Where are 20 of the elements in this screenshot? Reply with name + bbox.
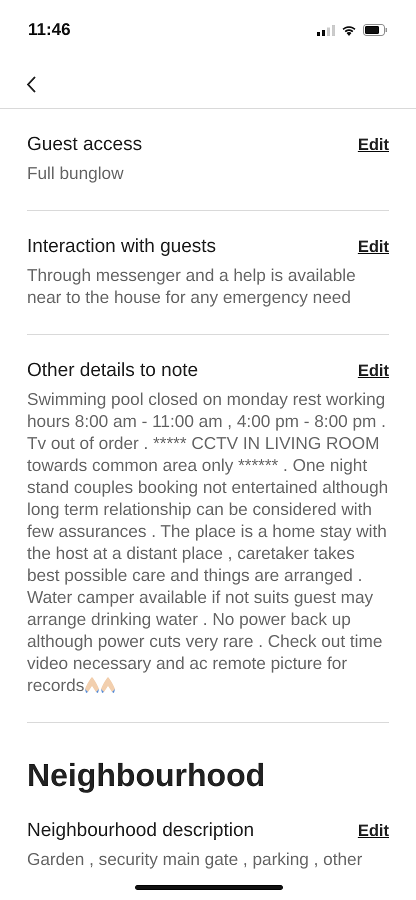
section-text: Through messenger and a help is available near to the house for any emergency need <box>27 264 357 308</box>
edit-link[interactable]: Edit <box>358 362 389 381</box>
status-time: 11:46 <box>28 20 71 40</box>
edit-link[interactable]: Edit <box>358 238 389 257</box>
battery-icon <box>363 24 388 36</box>
section-title: Other details to note <box>27 360 198 382</box>
edit-link[interactable]: Edit <box>358 136 389 155</box>
signal-icon <box>317 24 335 36</box>
section-text: Garden , security main gate , parking , other <box>27 848 364 870</box>
section-text: Swimming pool closed on monday rest working hours 8:00 am - 11:00 am , 4:00 pm - 8:00 pm . Tv out of order . ***** CCTV IN LIVING ROOM towards common area only ****** . One night stand couples booking not entertained although long term relationship can be considered with few assurances . The place is a home stay with the host at a distant place , caretaker takes best possible care and things are arranged . Water camper available if not suits guest may arrange drinking water . No power back up although power cuts very rare . Check out time video necessary and ac remote picture for records <box>27 388 389 696</box>
praying-hands-icon <box>84 676 100 694</box>
edit-link[interactable]: Edit <box>358 822 389 841</box>
section-title: Neighbourhood description <box>27 820 254 842</box>
section-title: Guest access <box>27 134 142 156</box>
praying-hands-icon <box>100 676 116 694</box>
back-button[interactable] <box>24 74 38 94</box>
wifi-icon <box>341 24 357 36</box>
section-title: Interaction with guests <box>27 236 216 258</box>
section-text: Full bunglow <box>27 162 124 184</box>
section-heading: Neighbourhood <box>27 756 266 795</box>
